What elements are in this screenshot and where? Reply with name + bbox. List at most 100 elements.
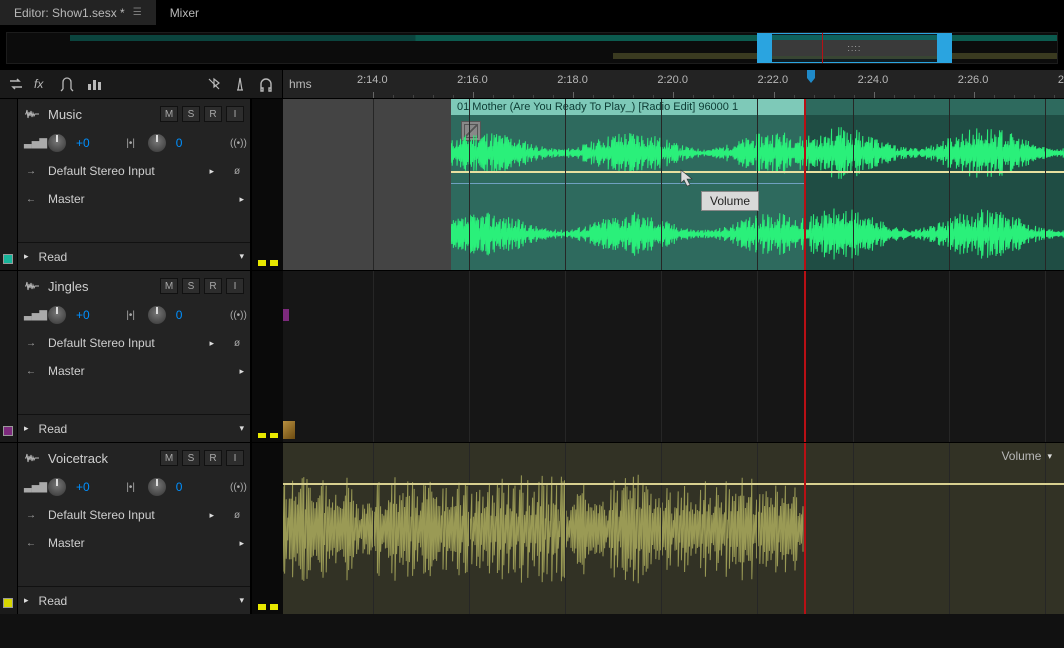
navigator-handle-left[interactable] [758,34,772,62]
track-voicetrack-edge[interactable] [0,443,18,614]
track-jingles-vol-knob[interactable] [48,306,66,324]
volume-envelope[interactable] [451,171,804,173]
track-music-name[interactable]: Music [48,107,152,122]
track-voicetrack-mute[interactable]: M [160,450,178,466]
track-music-edge[interactable] [0,99,18,270]
voicetrack-envelope-dropdown[interactable]: Volume ▾ [1001,449,1052,463]
track-voicetrack-vol[interactable]: +0 [76,480,90,494]
track-music-vol[interactable]: +0 [76,136,90,150]
track-voicetrack-solo[interactable]: S [182,450,200,466]
expand-icon[interactable]: ▸ [24,251,29,262]
track-voicetrack-input-monitor[interactable]: I [226,450,244,466]
track-voicetrack-record[interactable]: R [204,450,222,466]
navigator-scroll-thumb[interactable]: :::: [772,40,937,56]
track-music-vol-knob[interactable] [48,134,66,152]
track-music-automation[interactable]: Read [39,250,230,264]
stereo-icon[interactable]: ((•)) [230,138,244,149]
clip-jingles-fragment[interactable] [283,309,289,321]
tab-mixer[interactable]: Mixer [156,0,213,25]
chevron-right-icon[interactable]: ▸ [239,194,244,205]
hamburger-icon[interactable]: ☰ [133,7,142,18]
track-jingles-pan-knob[interactable] [148,306,166,324]
track-voicetrack-output[interactable]: Master [48,536,229,550]
track-jingles-input[interactable]: Default Stereo Input [48,336,199,350]
expand-icon[interactable]: ▸ [24,423,29,434]
metronome-icon[interactable] [232,76,248,92]
track-voicetrack-lane[interactable]: Volume ▾ [283,443,1064,614]
chevron-right-icon[interactable]: ▸ [239,366,244,377]
track-jingles-input-monitor[interactable]: I [226,278,244,294]
headphones-icon[interactable] [258,76,274,92]
phase-icon[interactable]: ø [230,338,244,349]
track-music-record[interactable]: R [204,106,222,122]
pan-envelope[interactable] [451,183,804,184]
playhead-line[interactable] [804,99,806,270]
navigator-handle-right[interactable] [937,34,951,62]
track-music-pan[interactable]: 0 [176,136,183,150]
bars-icon[interactable] [86,76,102,92]
track-jingles-lane[interactable] [283,271,1064,442]
track-music-solo[interactable]: S [182,106,200,122]
fx-icon[interactable]: fx [34,76,50,92]
chevron-down-icon[interactable]: ▾ [239,423,244,434]
swap-icon[interactable] [8,76,24,92]
track-music-input-monitor[interactable]: I [226,106,244,122]
chevron-down-icon[interactable]: ▾ [239,251,244,262]
snap-icon[interactable] [60,76,76,92]
arrow-left-icon: ← [24,366,38,377]
meter-l [258,433,266,438]
ruler-label: 2:14.0 [357,74,388,86]
track-music-colorchip[interactable] [3,254,13,264]
track-music-input[interactable]: Default Stereo Input [48,164,199,178]
track-jingles-solo[interactable]: S [182,278,200,294]
track-jingles-edge[interactable] [0,271,18,442]
volume-bars-icon: ▃▅▇ [24,310,38,321]
chevron-right-icon[interactable]: ▸ [209,510,214,521]
track-music-mute[interactable]: M [160,106,178,122]
track-voicetrack-name[interactable]: Voicetrack [48,451,152,466]
tab-editor[interactable]: Editor: Show1.sesx * ☰ [0,0,156,25]
track-voicetrack-pan[interactable]: 0 [176,480,183,494]
chevron-down-icon[interactable]: ▾ [239,595,244,606]
track-music-output[interactable]: Master [48,192,229,206]
track-voicetrack-input[interactable]: Default Stereo Input [48,508,199,522]
mute-view-icon[interactable] [206,76,222,92]
voicetrack-volume-envelope[interactable] [283,483,1064,485]
track-jingles-record[interactable]: R [204,278,222,294]
playhead-line[interactable] [804,271,806,442]
expand-icon[interactable]: ▸ [24,595,29,606]
track-voicetrack-pan-knob[interactable] [148,478,166,496]
phase-icon[interactable]: ø [230,166,244,177]
track-jingles-colorchip[interactable] [3,426,13,436]
track-voicetrack-automation[interactable]: Read [39,594,230,608]
track-jingles-automation[interactable]: Read [39,422,230,436]
clip-music-selected[interactable]: 01 Mother (Are You Ready To Play_) [Radi… [451,99,804,270]
clip-jingles-fragment2[interactable] [283,421,295,439]
track-jingles-pan[interactable]: 0 [176,308,183,322]
time-ruler[interactable]: hms 2:14.02:16.02:18.02:20.02:22.02:24.0… [283,70,1064,98]
track-music: Music M S R I ▃▅▇ +0 |•| 0 ((•)) [0,98,1064,270]
track-jingles-name[interactable]: Jingles [48,279,152,294]
chevron-right-icon[interactable]: ▸ [239,538,244,549]
volume-envelope-tail[interactable] [804,171,1064,173]
phase-icon[interactable]: ø [230,510,244,521]
navigator-track[interactable]: :::: [6,32,1058,64]
pan-icon: |•| [124,482,138,493]
chevron-right-icon[interactable]: ▸ [209,338,214,349]
track-jingles-panel: Jingles M S R I ▃▅▇ +0 |•| 0 ((•)) [18,271,251,442]
track-music-lane[interactable]: 01 Mother (Are You Ready To Play_) [Radi… [283,99,1064,270]
stereo-icon[interactable]: ((•)) [230,482,244,493]
stereo-icon[interactable]: ((•)) [230,310,244,321]
navigator-visible-region[interactable]: :::: [757,33,952,63]
track-music-pan-knob[interactable] [148,134,166,152]
track-voicetrack-colorchip[interactable] [3,598,13,608]
track-jingles-mute[interactable]: M [160,278,178,294]
track-jingles-vol[interactable]: +0 [76,308,90,322]
ruler-label: 2:22.0 [758,74,789,86]
clip-music-tail[interactable] [804,99,1064,270]
track-jingles-output[interactable]: Master [48,364,229,378]
track-voicetrack-vol-knob[interactable] [48,478,66,496]
meter-l [258,604,266,610]
chevron-right-icon[interactable]: ▸ [209,166,214,177]
playhead-line[interactable] [804,443,806,614]
